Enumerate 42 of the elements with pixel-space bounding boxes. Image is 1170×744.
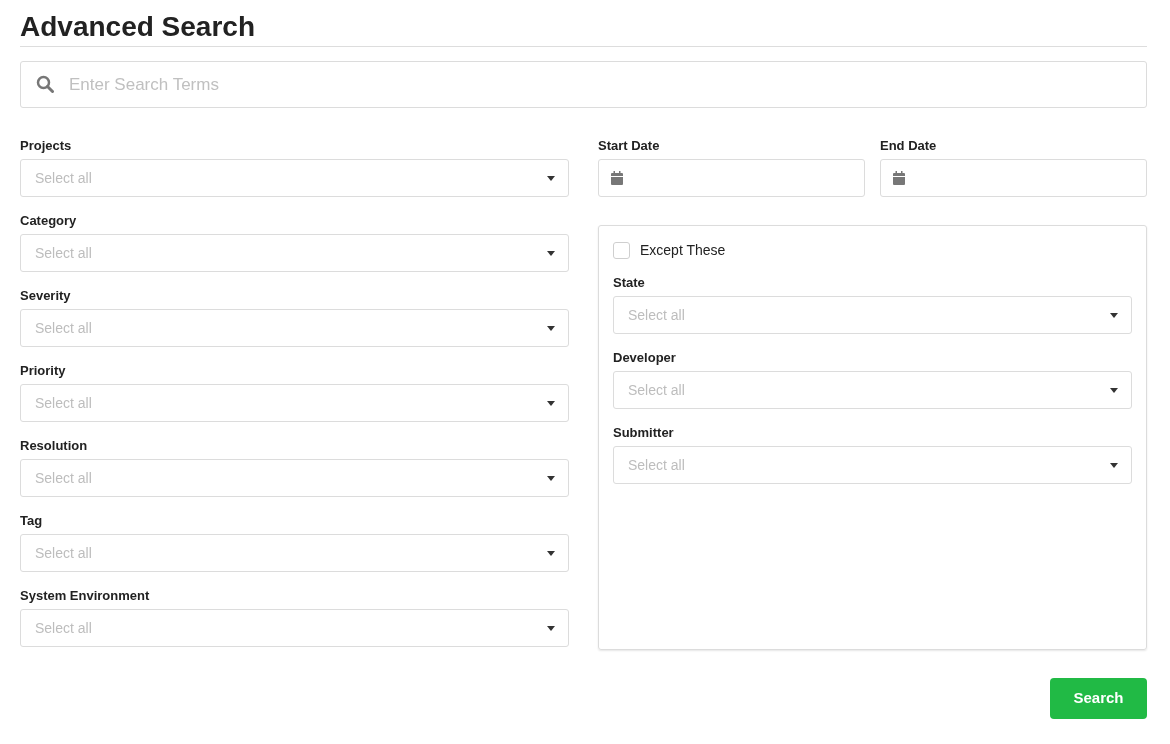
select-dropdown[interactable]: Select all: [20, 309, 569, 347]
caret-icon: [547, 625, 555, 631]
field-label: Severity: [20, 287, 72, 305]
caret-icon: [547, 175, 555, 181]
field-label: Start Date: [598, 137, 661, 155]
caret-icon: [547, 475, 555, 481]
field-label: State: [613, 274, 646, 292]
caret-icon: [1110, 312, 1118, 318]
select-dropdown[interactable]: Select all: [613, 296, 1132, 334]
select-dropdown[interactable]: Select all: [613, 446, 1132, 484]
caret-icon: [1110, 387, 1118, 393]
select-dropdown[interactable]: Select all: [20, 609, 569, 647]
caret-icon: [547, 550, 555, 556]
field-label: End Date: [880, 137, 938, 155]
calendar-icon: [893, 171, 905, 185]
caret-icon: [547, 325, 555, 331]
caret-icon: [1110, 462, 1118, 468]
search-icon: [36, 75, 54, 93]
select-dropdown[interactable]: Select all: [20, 459, 569, 497]
field-label: Tag: [20, 512, 44, 530]
checkbox-label: Except These: [640, 240, 726, 260]
field-label: Developer: [613, 349, 677, 367]
calendar-icon: [611, 171, 623, 185]
date-field[interactable]: [880, 159, 1147, 197]
select-dropdown[interactable]: Select all: [20, 234, 569, 272]
search-field[interactable]: Enter Search Terms: [20, 61, 1147, 108]
select-dropdown[interactable]: Select all: [20, 159, 569, 197]
date-field[interactable]: [598, 159, 865, 197]
field-label: Submitter: [613, 424, 675, 442]
select-dropdown[interactable]: Select all: [20, 384, 569, 422]
field-label: Resolution: [20, 437, 89, 455]
select-dropdown[interactable]: Select all: [613, 371, 1132, 409]
field-label: Projects: [20, 137, 73, 155]
field-label: Category: [20, 212, 78, 230]
checkbox[interactable]: [613, 241, 630, 259]
select-dropdown[interactable]: Select all: [20, 534, 569, 572]
page-title: Advanced Search: [20, 10, 256, 44]
field-label: System Environment: [20, 587, 151, 605]
field-label: Priority: [20, 362, 67, 380]
caret-icon: [547, 400, 555, 406]
search-button[interactable]: Search: [1050, 678, 1147, 719]
caret-icon: [547, 250, 555, 256]
